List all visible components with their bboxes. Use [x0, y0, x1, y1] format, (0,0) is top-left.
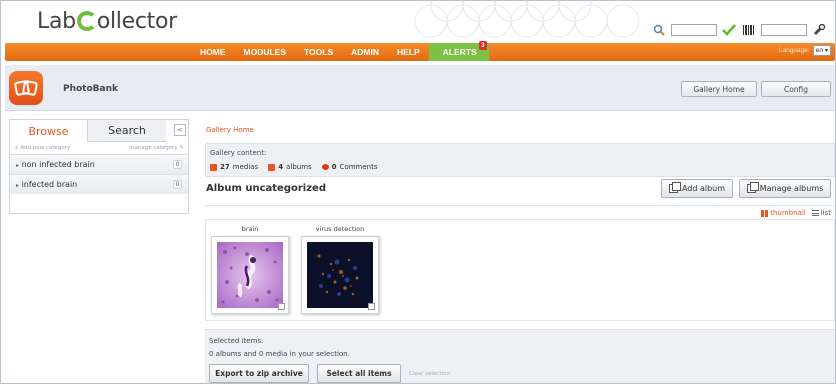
clear-selection-link[interactable]: Clear selection: [409, 371, 450, 377]
divider: [205, 205, 835, 206]
thumbnail-gallery: [205, 219, 835, 321]
module-title: PhotoBank: [63, 84, 118, 94]
category-count: 0: [173, 180, 182, 189]
category-links: + Add new category manage category ✎: [10, 142, 188, 154]
view-list-label: list: [820, 209, 831, 217]
module-header: PhotoBank Gallery Home Config: [5, 65, 835, 111]
virus-detection-image: [307, 242, 373, 308]
album-icon: [268, 163, 276, 171]
thumbnail-select-checkbox[interactable]: [278, 303, 285, 310]
nav-admin[interactable]: ADMIN: [342, 43, 388, 61]
barcode-icon[interactable]: [741, 23, 757, 37]
language-label: Language:: [778, 47, 810, 54]
manage-albums-icon: [746, 182, 759, 193]
album-title: Album uncategorized: [206, 183, 326, 194]
nav-items: HOME MODULES TOOLS ADMIN HELP ALERTS 3: [191, 41, 489, 61]
thumbnail-caption-virus-detection: virus detection: [315, 225, 365, 233]
manage-category-label: manage category: [129, 145, 178, 151]
logo-text-collector: ollector: [96, 9, 177, 34]
language-select[interactable]: en ▾: [812, 45, 831, 56]
breadcrumb-gallery-home[interactable]: Gallery Home: [206, 126, 254, 134]
tab-search[interactable]: Search: [88, 120, 166, 142]
config-button[interactable]: Config: [761, 81, 831, 97]
manage-category-link[interactable]: manage category ✎: [129, 145, 184, 151]
nav-alerts[interactable]: ALERTS 3: [428, 41, 489, 61]
albums-count: 4: [278, 163, 284, 171]
view-thumbnail-label: thumbnail: [770, 209, 806, 217]
nav-modules[interactable]: MODULES: [235, 43, 296, 61]
logo-ring-icon: [76, 11, 97, 31]
category-item-non-infected-brain[interactable]: ▸ non infected brain 0: [10, 154, 188, 174]
tab-browse[interactable]: Browse: [10, 120, 88, 142]
manage-albums-button[interactable]: Manage albums: [739, 179, 831, 198]
add-album-button[interactable]: Add album: [661, 179, 733, 198]
expand-arrow-icon: ▸: [16, 162, 20, 169]
comments-stat: 0 Comments: [321, 163, 378, 171]
add-album-label: Add album: [681, 184, 726, 193]
add-album-icon: [668, 182, 681, 193]
view-toggle: thumbnail list: [761, 209, 831, 217]
search-icon[interactable]: [651, 23, 667, 37]
category-item-infected-brain[interactable]: ▸ infected brain 0: [10, 174, 188, 194]
view-thumbnail-toggle[interactable]: thumbnail: [761, 209, 806, 217]
barcode-input[interactable]: [761, 24, 807, 36]
thumbnail-caption-brain: brain: [241, 225, 259, 233]
gallery-home-button[interactable]: Gallery Home: [681, 81, 757, 97]
select-all-button[interactable]: Select all items: [317, 364, 401, 383]
selection-info: 0 albums and 0 media in your selection.: [209, 350, 350, 358]
pencil-icon: ✎: [179, 145, 184, 151]
quick-tools: [651, 23, 827, 37]
collapse-sidebar-button[interactable]: <: [174, 124, 186, 136]
add-category-link[interactable]: + Add new category: [14, 145, 70, 151]
category-label: non infected brain: [21, 160, 95, 169]
logo-text-lab: Lab: [37, 9, 76, 34]
app-window: Lab ollector HOME MODULES TOOLS ADMIN HE…: [0, 0, 836, 384]
category-count: 0: [173, 160, 182, 169]
checkmark-icon[interactable]: [721, 23, 737, 37]
photobank-icon: [9, 71, 43, 105]
sidebar-tabs: Browse Search <: [10, 120, 188, 142]
medias-count: 27: [220, 163, 230, 171]
labcollector-logo[interactable]: Lab ollector: [37, 9, 177, 34]
language-selector: Language: en ▾: [779, 45, 831, 56]
tools-icon[interactable]: [811, 23, 827, 37]
header-pattern: [414, 1, 640, 38]
comments-label: Comments: [339, 163, 378, 171]
nav-tools[interactable]: TOOLS: [295, 43, 342, 61]
quick-search-input[interactable]: [671, 24, 717, 36]
top-header: Lab ollector: [1, 1, 835, 43]
gallery-content-summary: Gallery content: 27 medias 4 albums 0 Co…: [205, 143, 835, 177]
nav-home[interactable]: HOME: [191, 43, 235, 61]
gallery-content-title: Gallery content:: [210, 149, 267, 157]
nav-alerts-label: ALERTS: [442, 47, 477, 57]
main-navbar: HOME MODULES TOOLS ADMIN HELP ALERTS 3 L…: [5, 41, 835, 61]
manage-albums-label: Manage albums: [759, 184, 824, 193]
albums-stat: 4 albums: [268, 163, 312, 171]
selected-items-title: Selected items:: [209, 337, 264, 345]
alerts-count-badge: 3: [479, 41, 487, 50]
selected-items-panel: Selected items: 0 albums and 0 media in …: [205, 329, 835, 383]
list-icon: [811, 210, 819, 216]
brain-image: [217, 242, 283, 308]
albums-label: albums: [286, 163, 312, 171]
export-zip-button[interactable]: Export to zip archive: [209, 364, 309, 383]
expand-arrow-icon: ▸: [16, 182, 20, 189]
medias-stat: 27 medias: [210, 163, 258, 171]
category-sidebar: Browse Search < + Add new category manag…: [9, 119, 189, 214]
comment-icon: [321, 164, 329, 170]
thumbnail-brain[interactable]: [211, 236, 289, 314]
language-value: en: [815, 47, 824, 54]
thumbnail-virus-detection[interactable]: [301, 236, 379, 314]
media-icon: [210, 163, 217, 171]
nav-help[interactable]: HELP: [388, 43, 429, 61]
comments-count: 0: [331, 163, 337, 171]
grid-icon: [761, 209, 769, 217]
view-list-toggle[interactable]: list: [811, 209, 831, 217]
medias-label: medias: [232, 163, 259, 171]
category-label: infected brain: [21, 180, 78, 189]
thumbnail-select-checkbox[interactable]: [368, 303, 375, 310]
gallery-stats: 27 medias 4 albums 0 Comments: [210, 163, 384, 171]
